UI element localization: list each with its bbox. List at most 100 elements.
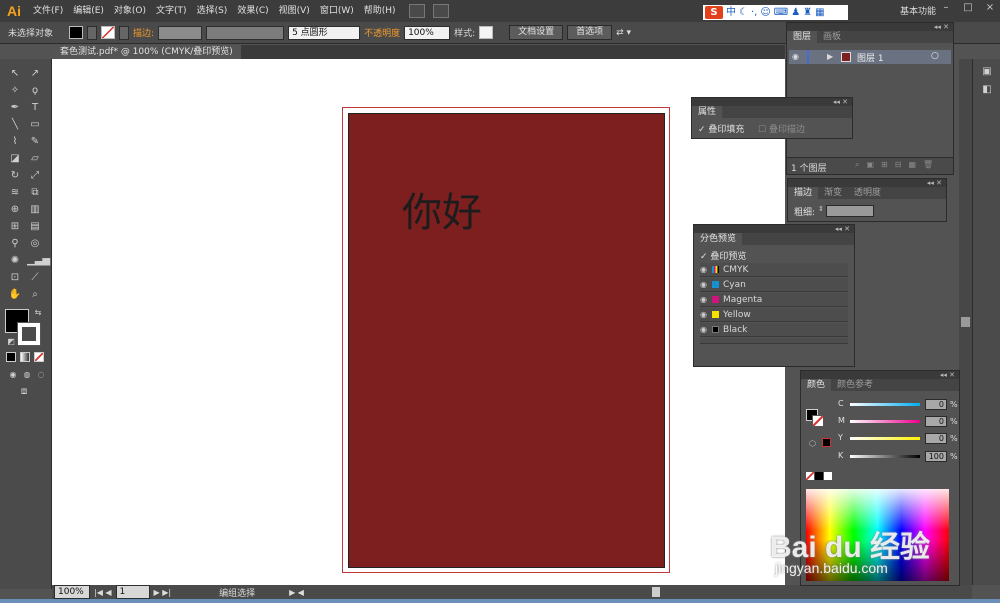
ime-toolbar[interactable]: S 中 ☾ ·, ☺ ⌨ ♟ ♜ ▦ [703, 5, 848, 20]
mesh-tool-icon[interactable]: ⊞ [7, 220, 23, 234]
preferences-button[interactable]: 首选项 [567, 25, 613, 40]
pencil-tool-icon[interactable]: ✎ [27, 135, 43, 149]
status-selection-mode[interactable]: 编组选择 [219, 586, 255, 599]
blob-brush-tool-icon[interactable]: ◪ [7, 152, 23, 166]
black-swatch[interactable] [815, 472, 823, 480]
channel-c-slider[interactable] [850, 403, 920, 406]
rotate-tool-icon[interactable]: ↻ [7, 169, 23, 183]
gradient-tool-icon[interactable]: ▤ [27, 220, 43, 234]
ink-cmyk-eye-icon[interactable]: ◉ [700, 263, 710, 277]
fill-color-swatch[interactable] [69, 26, 84, 39]
layer-row[interactable]: ◉ ▶ 图层 1 ○ [789, 50, 951, 64]
channel-y-value[interactable]: 0 [925, 433, 947, 444]
tab-attributes[interactable]: 属性 [692, 106, 723, 118]
workspace-switcher[interactable]: 基本功能 [900, 4, 936, 17]
none-swatch[interactable] [806, 472, 814, 480]
layers-panel-collapse-icon[interactable]: ◂◂ ✕ [787, 23, 953, 31]
ink-yellow-eye-icon[interactable]: ◉ [700, 308, 710, 322]
magic-wand-tool-icon[interactable]: ✧ [7, 84, 23, 98]
maximize-icon[interactable]: □ [958, 0, 978, 16]
graphic-style-swatch[interactable] [479, 26, 494, 39]
warp-tool-icon[interactable]: ≋ [7, 186, 23, 200]
tab-layers[interactable]: 图层 [787, 31, 818, 43]
paintbrush-tool-icon[interactable]: ⌇ [7, 135, 23, 149]
dock-panel-icon-1[interactable]: ▣ [979, 65, 995, 79]
dock-panel-icon-2[interactable]: ◧ [979, 83, 995, 97]
first-page-icon[interactable]: |◀ ◀ [94, 588, 112, 597]
shape-builder-tool-icon[interactable]: ⊕ [7, 203, 23, 217]
stroke-weight-stepper-icon[interactable]: ⇕ [818, 205, 824, 216]
stroke-swatch[interactable] [17, 322, 41, 346]
menu-help[interactable]: 帮助(H) [359, 0, 401, 22]
tab-gradient[interactable]: 渐变 [818, 187, 848, 199]
draw-inside-icon[interactable]: ◌ [33, 368, 49, 382]
zoom-tool-icon[interactable]: ⌕ [27, 288, 43, 302]
column-graph-tool-icon[interactable]: ▁▃▅ [27, 254, 50, 268]
stroke-weight-field[interactable] [158, 25, 203, 40]
last-color-swatch[interactable] [822, 438, 831, 447]
free-transform-tool-icon[interactable]: ⧉ [27, 186, 43, 200]
ime-emoji-icon[interactable]: ☺ [760, 6, 770, 19]
menu-edit[interactable]: 编辑(E) [68, 0, 109, 22]
tab-artboards[interactable]: 画板 [817, 31, 847, 43]
menu-select[interactable]: 选择(S) [192, 0, 233, 22]
color-stroke-swatch[interactable] [812, 415, 824, 427]
bridge-icon[interactable] [408, 4, 425, 18]
menu-view[interactable]: 视图(V) [274, 0, 315, 22]
close-icon[interactable]: × [980, 0, 1000, 16]
perspective-grid-tool-icon[interactable]: ▥ [27, 203, 43, 217]
artwork-text[interactable]: 你好 [402, 180, 482, 238]
menu-window[interactable]: 窗口(W) [315, 0, 359, 22]
gradient-mode-icon[interactable] [20, 352, 30, 362]
line-tool-icon[interactable]: ╲ [7, 118, 23, 132]
color-mode-icon[interactable] [6, 352, 16, 362]
color-panel-collapse-icon[interactable]: ◂◂ ✕ [801, 371, 959, 379]
pen-tool-icon[interactable]: ✒ [7, 101, 23, 115]
ime-language-label[interactable]: 中 [726, 6, 736, 19]
ink-cyan-eye-icon[interactable]: ◉ [700, 278, 710, 292]
ink-row-black[interactable]: ◉ Black [700, 323, 848, 337]
swap-fill-stroke-icon[interactable]: ⇆ [30, 306, 46, 320]
none-mode-icon[interactable] [34, 352, 44, 362]
layer-target-icon[interactable]: ○ [931, 51, 939, 61]
default-colors-icon[interactable]: ◩ [3, 335, 19, 349]
scale-tool-icon[interactable]: ⤢ [27, 169, 43, 183]
ink-row-magenta[interactable]: ◉ Magenta [700, 293, 848, 307]
slice-tool-icon[interactable]: ⟋ [27, 271, 43, 285]
ime-punct-icon[interactable]: ·, [751, 6, 757, 19]
eyedropper-tool-icon[interactable]: ⚲ [7, 237, 23, 251]
scrollbar-thumb[interactable] [961, 317, 970, 327]
artboard-tool-icon[interactable]: ⊡ [7, 271, 23, 285]
tab-color[interactable]: 颜色 [801, 379, 832, 391]
layer-name[interactable]: 图层 1 [857, 51, 884, 64]
document-setup-button[interactable]: 文档设置 [509, 25, 564, 40]
lasso-tool-icon[interactable]: ϙ [27, 84, 43, 98]
separations-panel-collapse-icon[interactable]: ◂◂ ✕ [694, 225, 854, 233]
channel-k-value[interactable]: 100 [925, 451, 947, 462]
tab-color-guide[interactable]: 颜色参考 [831, 379, 879, 391]
out-of-gamut-icon[interactable]: ⬡ [809, 439, 816, 448]
document-tab[interactable]: 套色测试.pdf* @ 100% (CMYK/叠印预览) [52, 45, 241, 59]
ime-keyboard-icon[interactable]: ⌨ [774, 6, 788, 19]
layer-actions-icons[interactable]: ⌕▣⊞⊟▦🗑 [855, 160, 940, 170]
arrange-documents-icon[interactable] [432, 4, 449, 18]
variable-width-dropdown[interactable] [206, 25, 285, 40]
artwork-rectangle[interactable] [348, 113, 665, 568]
screen-mode-icon[interactable]: ⧈ [16, 385, 32, 399]
direct-selection-tool-icon[interactable]: ↗ [27, 67, 43, 81]
ink-magenta-eye-icon[interactable]: ◉ [700, 293, 710, 307]
hand-tool-icon[interactable]: ✋ [7, 288, 23, 302]
channel-y-slider[interactable] [850, 437, 920, 440]
channel-c-value[interactable]: 0 [925, 399, 947, 410]
blend-tool-icon[interactable]: ◎ [27, 237, 43, 251]
tab-separations-preview[interactable]: 分色预览 [694, 233, 743, 245]
stroke-label[interactable]: 描边: [133, 26, 154, 39]
menu-effect[interactable]: 效果(C) [232, 0, 273, 22]
opacity-label[interactable]: 不透明度 [364, 26, 400, 39]
menu-type[interactable]: 文字(T) [151, 0, 192, 22]
opacity-field[interactable]: 100% [404, 25, 451, 40]
horizontal-scrollbar-thumb[interactable] [652, 587, 660, 597]
menu-object[interactable]: 对象(O) [109, 0, 151, 22]
menu-file[interactable]: 文件(F) [28, 0, 68, 22]
stroke-panel-collapse-icon[interactable]: ◂◂ ✕ [788, 179, 946, 187]
